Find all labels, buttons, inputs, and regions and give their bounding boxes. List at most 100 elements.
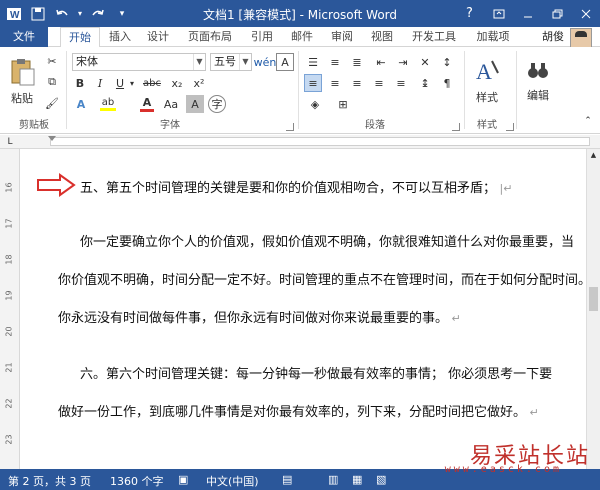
- proofing-icon[interactable]: ▣: [178, 473, 188, 486]
- bullets-icon[interactable]: ☰: [304, 53, 322, 71]
- separator: [298, 51, 299, 129]
- indent-marker-icon[interactable]: [48, 136, 56, 141]
- doc-line[interactable]: 做好一份工作，到底哪几件事情是对你最有效率的，列下来，分配时间把它做好。 ↵: [58, 401, 539, 420]
- doc-line-heading-5[interactable]: 五、第五个时间管理的关键是要和你的价值观相吻合，不可以互相矛盾； |↵: [80, 177, 512, 196]
- tab-developer[interactable]: 开发工具: [406, 27, 462, 47]
- svg-text:W: W: [10, 10, 20, 21]
- phonetic-guide-icon[interactable]: wén: [254, 53, 277, 71]
- title-bar: W ▾ ▾ 文档1 [兼容模式] - Microsoft Word ?: [0, 0, 600, 27]
- italic-button[interactable]: I: [92, 74, 108, 92]
- sort-icon[interactable]: ↕: [438, 53, 456, 71]
- underline-button[interactable]: U: [112, 74, 128, 92]
- document-area[interactable]: 16 17 18 19 20 21 22 23 五、第五个时间管理的关键是要和你…: [0, 149, 600, 469]
- window-controls: ?: [455, 0, 600, 27]
- collapse-ribbon-icon[interactable]: ⌃: [582, 115, 594, 127]
- tab-selector-icon[interactable]: L: [4, 136, 16, 148]
- tab-design[interactable]: 设计: [142, 27, 174, 47]
- restore-icon[interactable]: [542, 0, 571, 27]
- ruler-tick-17: 17: [4, 218, 14, 229]
- copy-icon[interactable]: ⧉: [44, 74, 60, 90]
- cut-icon[interactable]: ✂: [44, 53, 60, 69]
- doc-line[interactable]: 你永远没有时间做每件事，但你永远有时间做对你来说最重要的事。 ↵: [58, 307, 461, 326]
- vertical-scrollbar[interactable]: ▲: [586, 149, 600, 469]
- cursor-mark: |↵: [496, 182, 513, 195]
- font-color-button[interactable]: A: [138, 95, 156, 113]
- chinese-layout-icon[interactable]: ✕: [416, 53, 434, 71]
- superscript-button[interactable]: x²: [190, 74, 208, 92]
- change-case-icon[interactable]: Aa: [162, 95, 180, 113]
- tab-page-layout[interactable]: 页面布局: [182, 27, 238, 47]
- justify-icon[interactable]: ≡: [370, 74, 388, 92]
- strikethrough-button[interactable]: abc: [140, 74, 164, 92]
- center-icon[interactable]: ≡: [326, 74, 344, 92]
- increase-indent-icon[interactable]: ⇥: [394, 53, 412, 71]
- horizontal-ruler[interactable]: L: [0, 135, 600, 149]
- tab-insert[interactable]: 插入: [104, 27, 136, 47]
- clipboard-group-label: 剪贴板: [19, 120, 49, 131]
- ruler-work-area: [50, 137, 590, 146]
- minimize-icon[interactable]: [513, 0, 542, 27]
- tab-file[interactable]: 文件: [0, 27, 48, 47]
- save-icon[interactable]: [28, 4, 48, 23]
- ruler-tick-19: 19: [4, 290, 14, 301]
- line-text: 你一定要确立你个人的价值观，假如价值观不明确，你就很难知道什么对你最重要，当: [80, 235, 575, 250]
- borders-icon[interactable]: ⊞: [332, 95, 354, 113]
- help-button[interactable]: ?: [455, 0, 484, 27]
- underline-dropdown-icon[interactable]: ▾: [128, 74, 136, 92]
- subscript-button[interactable]: x₂: [168, 74, 186, 92]
- editing-button[interactable]: 编辑: [520, 53, 556, 109]
- doc-line[interactable]: 你价值观不明确，时间分配一定不好。时间管理的重点不在管理时间，而在于如何分配时间…: [58, 269, 591, 288]
- font-size-value: 五号: [214, 55, 236, 68]
- user-name[interactable]: 胡俊: [542, 27, 564, 47]
- redo-icon[interactable]: [88, 4, 108, 23]
- word-count[interactable]: 1360 个字: [110, 473, 164, 489]
- font-size-combo[interactable]: 五号 ▼: [210, 53, 252, 71]
- font-dialog-launcher-icon[interactable]: [286, 123, 294, 131]
- tab-mailings[interactable]: 邮件: [286, 27, 318, 47]
- paste-button[interactable]: 粘贴: [4, 53, 40, 109]
- tab-addins[interactable]: 加载项: [470, 27, 516, 47]
- customize-qat-icon[interactable]: ▾: [112, 4, 132, 23]
- web-layout-icon[interactable]: ▧: [376, 473, 386, 486]
- doc-line[interactable]: 你一定要确立你个人的价值观，假如价值观不明确，你就很难知道什么对你最重要，当: [80, 231, 574, 250]
- show-marks-icon[interactable]: ¶: [438, 74, 456, 92]
- text-effects-icon[interactable]: A: [72, 95, 90, 113]
- print-layout-icon[interactable]: ▦: [352, 473, 362, 486]
- word-app-icon[interactable]: W: [4, 4, 24, 23]
- language-indicator[interactable]: 中文(中国): [206, 473, 259, 489]
- distributed-icon[interactable]: ≡: [392, 74, 410, 92]
- highlight-button[interactable]: ab: [98, 95, 118, 113]
- ribbon-display-icon[interactable]: [484, 0, 513, 27]
- numbering-icon[interactable]: ≡: [326, 53, 344, 71]
- close-icon[interactable]: [571, 0, 600, 27]
- character-border-icon[interactable]: A: [276, 53, 294, 71]
- scroll-up-icon[interactable]: ▲: [587, 149, 600, 161]
- tab-home[interactable]: 开始: [60, 27, 100, 48]
- scrollbar-thumb[interactable]: [589, 287, 598, 311]
- doc-line-heading-6[interactable]: 六。第六个时间管理关键：每一分钟每一秒做最有效率的事情； 你必须思考一下要: [80, 363, 552, 382]
- page-indicator[interactable]: 第 2 页，共 3 页: [8, 473, 91, 489]
- undo-icon[interactable]: [52, 4, 72, 23]
- styles-dialog-launcher-icon[interactable]: [506, 123, 514, 131]
- character-shading-icon[interactable]: A: [186, 95, 204, 113]
- multilevel-list-icon[interactable]: ≣: [348, 53, 366, 71]
- tab-view[interactable]: 视图: [366, 27, 398, 47]
- align-left-icon[interactable]: ≡: [304, 74, 322, 92]
- shading-icon[interactable]: ◈: [304, 95, 326, 113]
- tab-references[interactable]: 引用: [246, 27, 278, 47]
- align-right-icon[interactable]: ≡: [348, 74, 366, 92]
- format-painter-icon[interactable]: 🖌: [44, 95, 60, 111]
- line-spacing-icon[interactable]: ↨: [416, 74, 434, 92]
- styles-button[interactable]: A 样式: [470, 53, 504, 109]
- enclose-characters-icon[interactable]: 字: [208, 95, 226, 113]
- macro-record-icon[interactable]: ▤: [282, 473, 292, 486]
- font-name-combo[interactable]: 宋体 ▼: [72, 53, 206, 71]
- undo-dropdown-icon[interactable]: ▾: [76, 4, 84, 23]
- quick-access-toolbar: W ▾ ▾: [4, 4, 132, 23]
- line-text: 六。第六个时间管理关键：每一分钟每一秒做最有效率的事情； 你必须思考一下要: [80, 367, 553, 382]
- read-mode-icon[interactable]: ▥: [328, 473, 338, 486]
- bold-button[interactable]: B: [72, 74, 88, 92]
- tab-review[interactable]: 审阅: [326, 27, 358, 47]
- paragraph-dialog-launcher-icon[interactable]: [452, 123, 460, 131]
- decrease-indent-icon[interactable]: ⇤: [372, 53, 390, 71]
